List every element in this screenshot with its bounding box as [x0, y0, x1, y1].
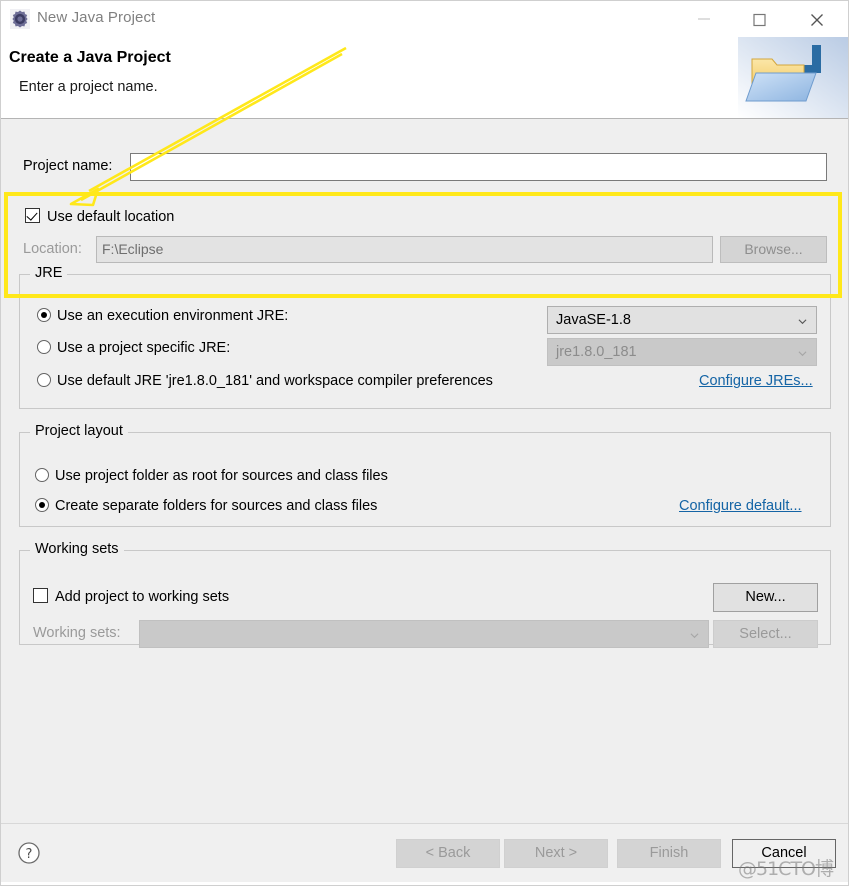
page-subtitle: Enter a project name. — [19, 79, 158, 95]
working-sets-group-title: Working sets — [30, 541, 124, 557]
checkbox-icon — [33, 588, 48, 603]
add-to-working-sets-checkbox[interactable]: Add project to working sets — [33, 588, 229, 605]
radio-label: Use a project specific JRE: — [57, 340, 231, 356]
radio-icon — [37, 340, 51, 354]
radio-execution-environment-jre[interactable]: Use an execution environment JRE: — [37, 308, 288, 324]
working-sets-combo[interactable] — [139, 620, 709, 648]
radio-icon — [37, 373, 51, 387]
jre-group-title: JRE — [30, 265, 68, 281]
minimize-icon — [698, 18, 710, 20]
new-java-project-dialog: New Java Project Create a Java Project E… — [0, 0, 849, 886]
cut-off-bottom-text: ​ — [1, 882, 848, 885]
radio-label: Use an execution environment JRE: — [57, 308, 289, 324]
chevron-down-icon — [798, 351, 807, 357]
working-sets-label: Working sets: — [33, 625, 121, 641]
next-button[interactable]: Next > — [504, 839, 608, 868]
use-default-location-label: Use default location — [47, 209, 175, 225]
back-button[interactable]: < Back — [396, 839, 500, 868]
configure-default-link[interactable]: Configure default... — [679, 498, 802, 514]
add-to-working-sets-label: Add project to working sets — [55, 589, 230, 605]
radio-icon — [37, 308, 51, 322]
project-name-row: Project name: — [1, 153, 848, 183]
maximize-button[interactable] — [737, 1, 783, 37]
dialog-content: Project name: Use default location Locat… — [1, 120, 848, 823]
title-bar: New Java Project — [1, 1, 848, 37]
configure-jres-link[interactable]: Configure JREs... — [699, 373, 813, 389]
project-name-label: Project name: — [23, 158, 113, 174]
project-specific-jre-value: jre1.8.0_181 — [556, 344, 637, 360]
radio-separate-folders[interactable]: Create separate folders for sources and … — [35, 498, 377, 514]
radio-project-folder-root[interactable]: Use project folder as root for sources a… — [35, 468, 388, 484]
location-row: Location: F:\Eclipse Browse... — [1, 236, 848, 264]
chevron-down-icon — [690, 633, 699, 639]
page-title: Create a Java Project — [9, 49, 171, 66]
use-default-location-checkbox[interactable]: Use default location — [25, 208, 174, 225]
watermark: @51CTO博客 — [738, 858, 834, 880]
minimize-button[interactable] — [681, 1, 727, 37]
radio-label: Use project folder as root for sources a… — [55, 468, 388, 484]
execution-environment-value: JavaSE-1.8 — [556, 312, 631, 328]
close-icon — [811, 14, 823, 26]
checkbox-icon — [25, 208, 40, 223]
radio-icon — [35, 498, 49, 512]
close-button[interactable] — [794, 1, 840, 37]
dialog-header: Create a Java Project Enter a project na… — [1, 37, 848, 119]
radio-project-specific-jre[interactable]: Use a project specific JRE: — [37, 340, 230, 356]
new-working-set-button[interactable]: New... — [713, 583, 818, 612]
finish-button[interactable]: Finish — [617, 839, 721, 868]
java-project-folder-icon — [738, 37, 848, 118]
maximize-icon — [753, 13, 766, 27]
radio-default-jre[interactable]: Use default JRE 'jre1.8.0_181' and works… — [37, 373, 493, 389]
radio-label: Use default JRE 'jre1.8.0_181' and works… — [57, 373, 493, 389]
execution-environment-combo[interactable]: JavaSE-1.8 — [547, 306, 817, 334]
project-name-input[interactable] — [130, 153, 827, 181]
help-question-icon[interactable]: ? — [17, 841, 41, 865]
svg-text:?: ? — [26, 847, 33, 862]
radio-label: Create separate folders for sources and … — [55, 498, 378, 514]
project-layout-group-title: Project layout — [30, 423, 128, 439]
project-specific-jre-combo[interactable]: jre1.8.0_181 — [547, 338, 817, 366]
location-label: Location: — [23, 241, 82, 257]
eclipse-gear-icon — [10, 9, 30, 29]
window-title: New Java Project — [37, 9, 156, 26]
chevron-down-icon — [798, 319, 807, 325]
location-input[interactable]: F:\Eclipse — [96, 236, 713, 263]
browse-button[interactable]: Browse... — [720, 236, 827, 263]
select-working-set-button[interactable]: Select... — [713, 620, 818, 648]
radio-icon — [35, 468, 49, 482]
